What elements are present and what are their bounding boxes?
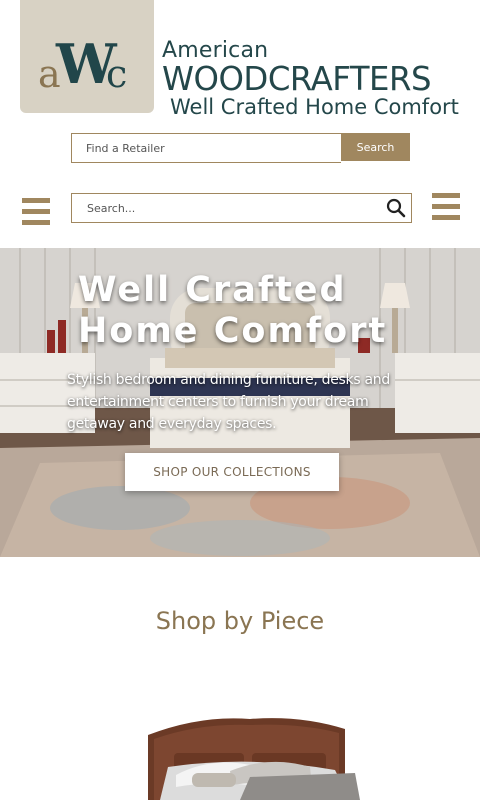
brand-tagline: Well Crafted Home Comfort [170,95,459,119]
site-logo[interactable]: a W c American WOODCRAFTERS Well Crafted… [20,0,460,118]
hamburger-bar [22,198,50,203]
hamburger-icon[interactable] [432,193,460,221]
search-input[interactable] [72,194,372,222]
retailer-input[interactable] [71,133,341,163]
hamburger-bar [432,215,460,220]
hero-banner: Well Crafted Home Comfort Stylish bedroo… [0,248,480,557]
shop-collections-button[interactable]: SHOP OUR COLLECTIONS [125,453,339,491]
monogram-w: W [56,32,117,96]
brand-main: WOODCRAFTERS [162,59,431,98]
logo-badge: a W c [20,0,154,113]
logo-monogram: a W c [36,32,146,96]
hero-title: Well Crafted Home Comfort [78,270,418,352]
site-search [71,193,412,223]
hero-title-line: Home Comfort [78,311,388,351]
logo-wordmark: American WOODCRAFTERS Well Crafted Home … [162,40,462,119]
product-bed-image[interactable] [140,715,360,800]
hero-title-line: Well Crafted [78,270,347,310]
hamburger-bar [22,220,50,225]
monogram-c: c [106,52,128,96]
hamburger-icon[interactable] [22,198,50,226]
retailer-search-button[interactable]: Search [341,133,410,161]
hero-subtitle: Stylish bedroom and dining furniture, de… [67,372,390,432]
hamburger-bar [22,209,50,214]
hamburger-bar [432,193,460,198]
search-icon[interactable] [386,198,406,218]
hamburger-bar [432,204,460,209]
section-title: Shop by Piece [155,607,325,635]
retailer-finder: Search [71,133,410,163]
